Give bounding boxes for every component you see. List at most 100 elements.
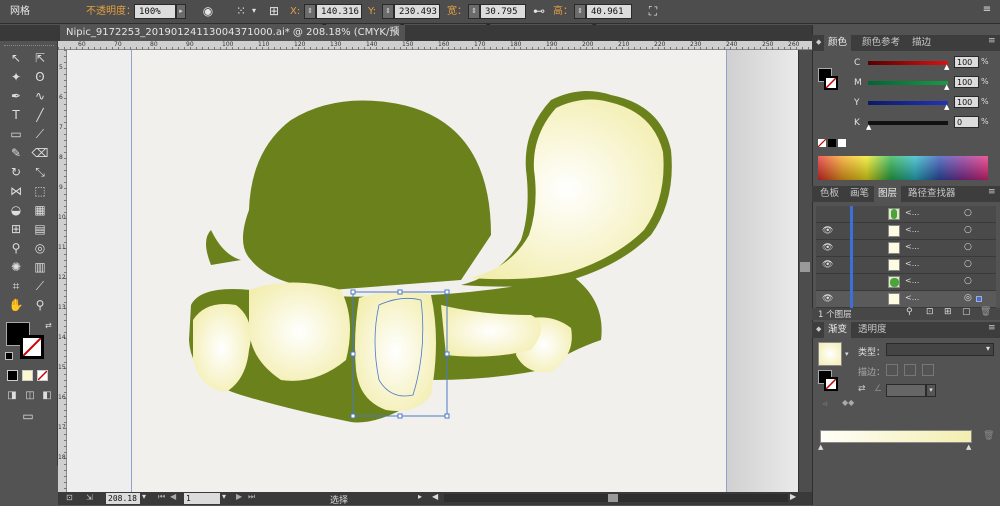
new-layer-icon[interactable]: ▢ bbox=[962, 307, 971, 317]
locate-object-icon[interactable]: ⚲ bbox=[906, 307, 913, 317]
delete-layer-icon[interactable]: 🗑 bbox=[980, 307, 991, 317]
stroke-across-icon[interactable] bbox=[922, 364, 934, 376]
panel-menu-icon[interactable]: ≡ bbox=[980, 3, 994, 17]
angle-field[interactable] bbox=[886, 384, 926, 397]
panel-stroke-swatch[interactable] bbox=[824, 76, 838, 90]
yellow-slider[interactable] bbox=[868, 101, 948, 105]
x-field[interactable]: 140.316 r bbox=[316, 4, 362, 32]
y-field[interactable]: 230.493 r bbox=[394, 4, 440, 32]
export-icon[interactable]: ⇲ bbox=[86, 493, 93, 502]
close-tab-icon[interactable]: × bbox=[392, 25, 400, 41]
reference-point-icon[interactable]: ⁙ bbox=[232, 4, 250, 18]
eyedropper-tool-icon[interactable]: ⚲ bbox=[5, 239, 27, 257]
scrollbar-thumb[interactable] bbox=[800, 262, 810, 272]
black-value-field[interactable]: 0 bbox=[954, 116, 979, 128]
target-circle-icon[interactable]: ○ bbox=[964, 225, 972, 235]
gradient-type-select[interactable]: ▾ bbox=[886, 343, 994, 356]
height-spinner[interactable]: ⇕ bbox=[574, 4, 586, 19]
reverse-gradient-icon[interactable]: ⇄ bbox=[858, 384, 866, 394]
perspective-grid-tool-icon[interactable]: ▦ bbox=[29, 201, 51, 219]
layer-row[interactable]: 👁 <... ○ bbox=[816, 257, 996, 274]
black-slider[interactable] bbox=[868, 121, 948, 125]
visibility-eye-icon[interactable]: 👁 bbox=[822, 226, 833, 236]
color-panel-menu-icon[interactable]: ≡ bbox=[988, 36, 996, 46]
shape-builder-tool-icon[interactable]: ◒ bbox=[5, 201, 27, 219]
color-spectrum[interactable] bbox=[818, 156, 988, 180]
layer-row-selected[interactable]: 👁 <... ◎ bbox=[816, 291, 996, 308]
target-circle-icon[interactable]: ○ bbox=[964, 259, 972, 269]
selection-handle[interactable] bbox=[350, 413, 356, 419]
scroll-left-icon[interactable]: ◀ bbox=[432, 492, 438, 501]
x-spinner[interactable]: ⇕ bbox=[304, 4, 316, 19]
rectangle-tool-icon[interactable]: ▭ bbox=[5, 125, 27, 143]
width-field[interactable]: 30.795 r bbox=[480, 4, 526, 32]
magenta-slider[interactable] bbox=[868, 81, 948, 85]
free-transform-tool-icon[interactable]: ⬚ bbox=[29, 182, 51, 200]
document-tab[interactable]: Nipic_9172253_20190124113004371000.ai* @… bbox=[60, 25, 405, 54]
gradient-panel-menu-icon[interactable]: ≡ bbox=[988, 323, 996, 333]
previous-artboard-icon[interactable]: ◀ bbox=[170, 492, 176, 501]
gradient-midpoint-icon[interactable]: ◆◆ bbox=[842, 398, 854, 407]
magenta-value-field[interactable]: 100 bbox=[954, 76, 979, 88]
layer-name[interactable]: <... bbox=[905, 276, 919, 285]
turtle-tail[interactable] bbox=[206, 230, 241, 265]
selection-handle[interactable] bbox=[444, 289, 450, 295]
gradient-mode-icon[interactable] bbox=[22, 370, 33, 381]
gradient-stop-left-icon[interactable]: ▲ bbox=[818, 443, 823, 451]
stroke-within-icon[interactable] bbox=[886, 364, 898, 376]
zoom-dropdown-icon[interactable]: ▾ bbox=[142, 492, 146, 501]
selection-handle[interactable] bbox=[350, 289, 356, 295]
collapse-icon[interactable]: ◆ bbox=[816, 38, 821, 46]
turtle-front-leg[interactable] bbox=[355, 292, 436, 411]
gradient-tool-icon[interactable]: ▤ bbox=[29, 220, 51, 238]
height-field[interactable]: 40.961 r bbox=[586, 4, 632, 32]
stroke-along-icon[interactable] bbox=[904, 364, 916, 376]
blend-tool-icon[interactable]: ◎ bbox=[29, 239, 51, 257]
target-circle-icon[interactable]: ○ bbox=[964, 208, 972, 218]
tab-stroke[interactable]: 描边 bbox=[908, 35, 935, 51]
recolor-icon[interactable]: ◉ bbox=[200, 4, 216, 18]
yellow-value-field[interactable]: 100 bbox=[954, 96, 979, 108]
swap-colors-icon[interactable]: ⇄ bbox=[45, 321, 52, 330]
create-sublayer-icon[interactable]: ⊞ bbox=[944, 307, 952, 317]
opacity-label[interactable]: 不透明度： bbox=[86, 5, 136, 19]
tab-color[interactable]: 颜色 bbox=[824, 35, 852, 51]
line-tool-icon[interactable]: ╱ bbox=[29, 106, 51, 124]
zoom-field[interactable]: 208.18 bbox=[106, 493, 140, 504]
tab-pathfinder[interactable]: 路径查找器 bbox=[904, 186, 960, 202]
gradient-preset-dropdown-icon[interactable]: ▾ bbox=[845, 350, 849, 358]
zoom-tool-icon[interactable]: ⚲ bbox=[29, 296, 51, 314]
pen-tool-icon[interactable]: ✒ bbox=[5, 87, 27, 105]
angle-dropdown-icon[interactable]: ▾ bbox=[926, 384, 936, 397]
visibility-eye-icon[interactable]: 👁 bbox=[822, 260, 833, 270]
magic-wand-tool-icon[interactable]: ✦ bbox=[5, 68, 27, 86]
artboard-dropdown-icon[interactable]: ▾ bbox=[222, 492, 226, 501]
opacity-dropdown-icon[interactable]: ▸ bbox=[176, 4, 186, 19]
tab-color-guide[interactable]: 颜色参考 bbox=[858, 35, 904, 51]
gradient-stop-right-icon[interactable]: ▲ bbox=[966, 443, 971, 451]
transform-icon[interactable]: ⊞ bbox=[266, 4, 282, 18]
type-tool-icon[interactable]: T bbox=[5, 106, 27, 124]
none-mode-icon[interactable] bbox=[37, 370, 48, 381]
screen-mode-icon[interactable]: ▭ bbox=[16, 407, 40, 425]
horizontal-scrollbar[interactable] bbox=[444, 494, 788, 502]
layer-row[interactable]: <... ○ bbox=[816, 274, 996, 291]
magenta-slider-thumb[interactable]: ▲ bbox=[944, 83, 949, 91]
tab-brushes[interactable]: 画笔 bbox=[846, 186, 873, 202]
draw-inside-icon[interactable]: ◧ bbox=[40, 387, 54, 405]
layers-panel-menu-icon[interactable]: ≡ bbox=[988, 187, 996, 197]
layer-name[interactable]: <... bbox=[905, 293, 919, 302]
slice-tool-icon[interactable]: ⟋ bbox=[29, 277, 51, 295]
selection-handle[interactable] bbox=[350, 351, 356, 357]
layer-row[interactable]: 👁 <... ○ bbox=[816, 223, 996, 240]
link-proportions-icon[interactable]: ⊷ bbox=[531, 4, 547, 18]
lasso-tool-icon[interactable]: ʘ bbox=[29, 68, 51, 86]
turtle-artwork[interactable] bbox=[131, 50, 727, 492]
black-slider-thumb[interactable]: ▲ bbox=[866, 123, 871, 131]
layer-row[interactable]: 👁 <... ○ bbox=[816, 240, 996, 257]
layer-name[interactable]: <... bbox=[905, 225, 919, 234]
selection-handle[interactable] bbox=[444, 413, 450, 419]
opacity-field[interactable]: 100% bbox=[134, 4, 176, 19]
fit-artboard-icon[interactable]: ⛶ bbox=[644, 4, 662, 18]
y-spinner[interactable]: ⇕ bbox=[382, 4, 394, 19]
